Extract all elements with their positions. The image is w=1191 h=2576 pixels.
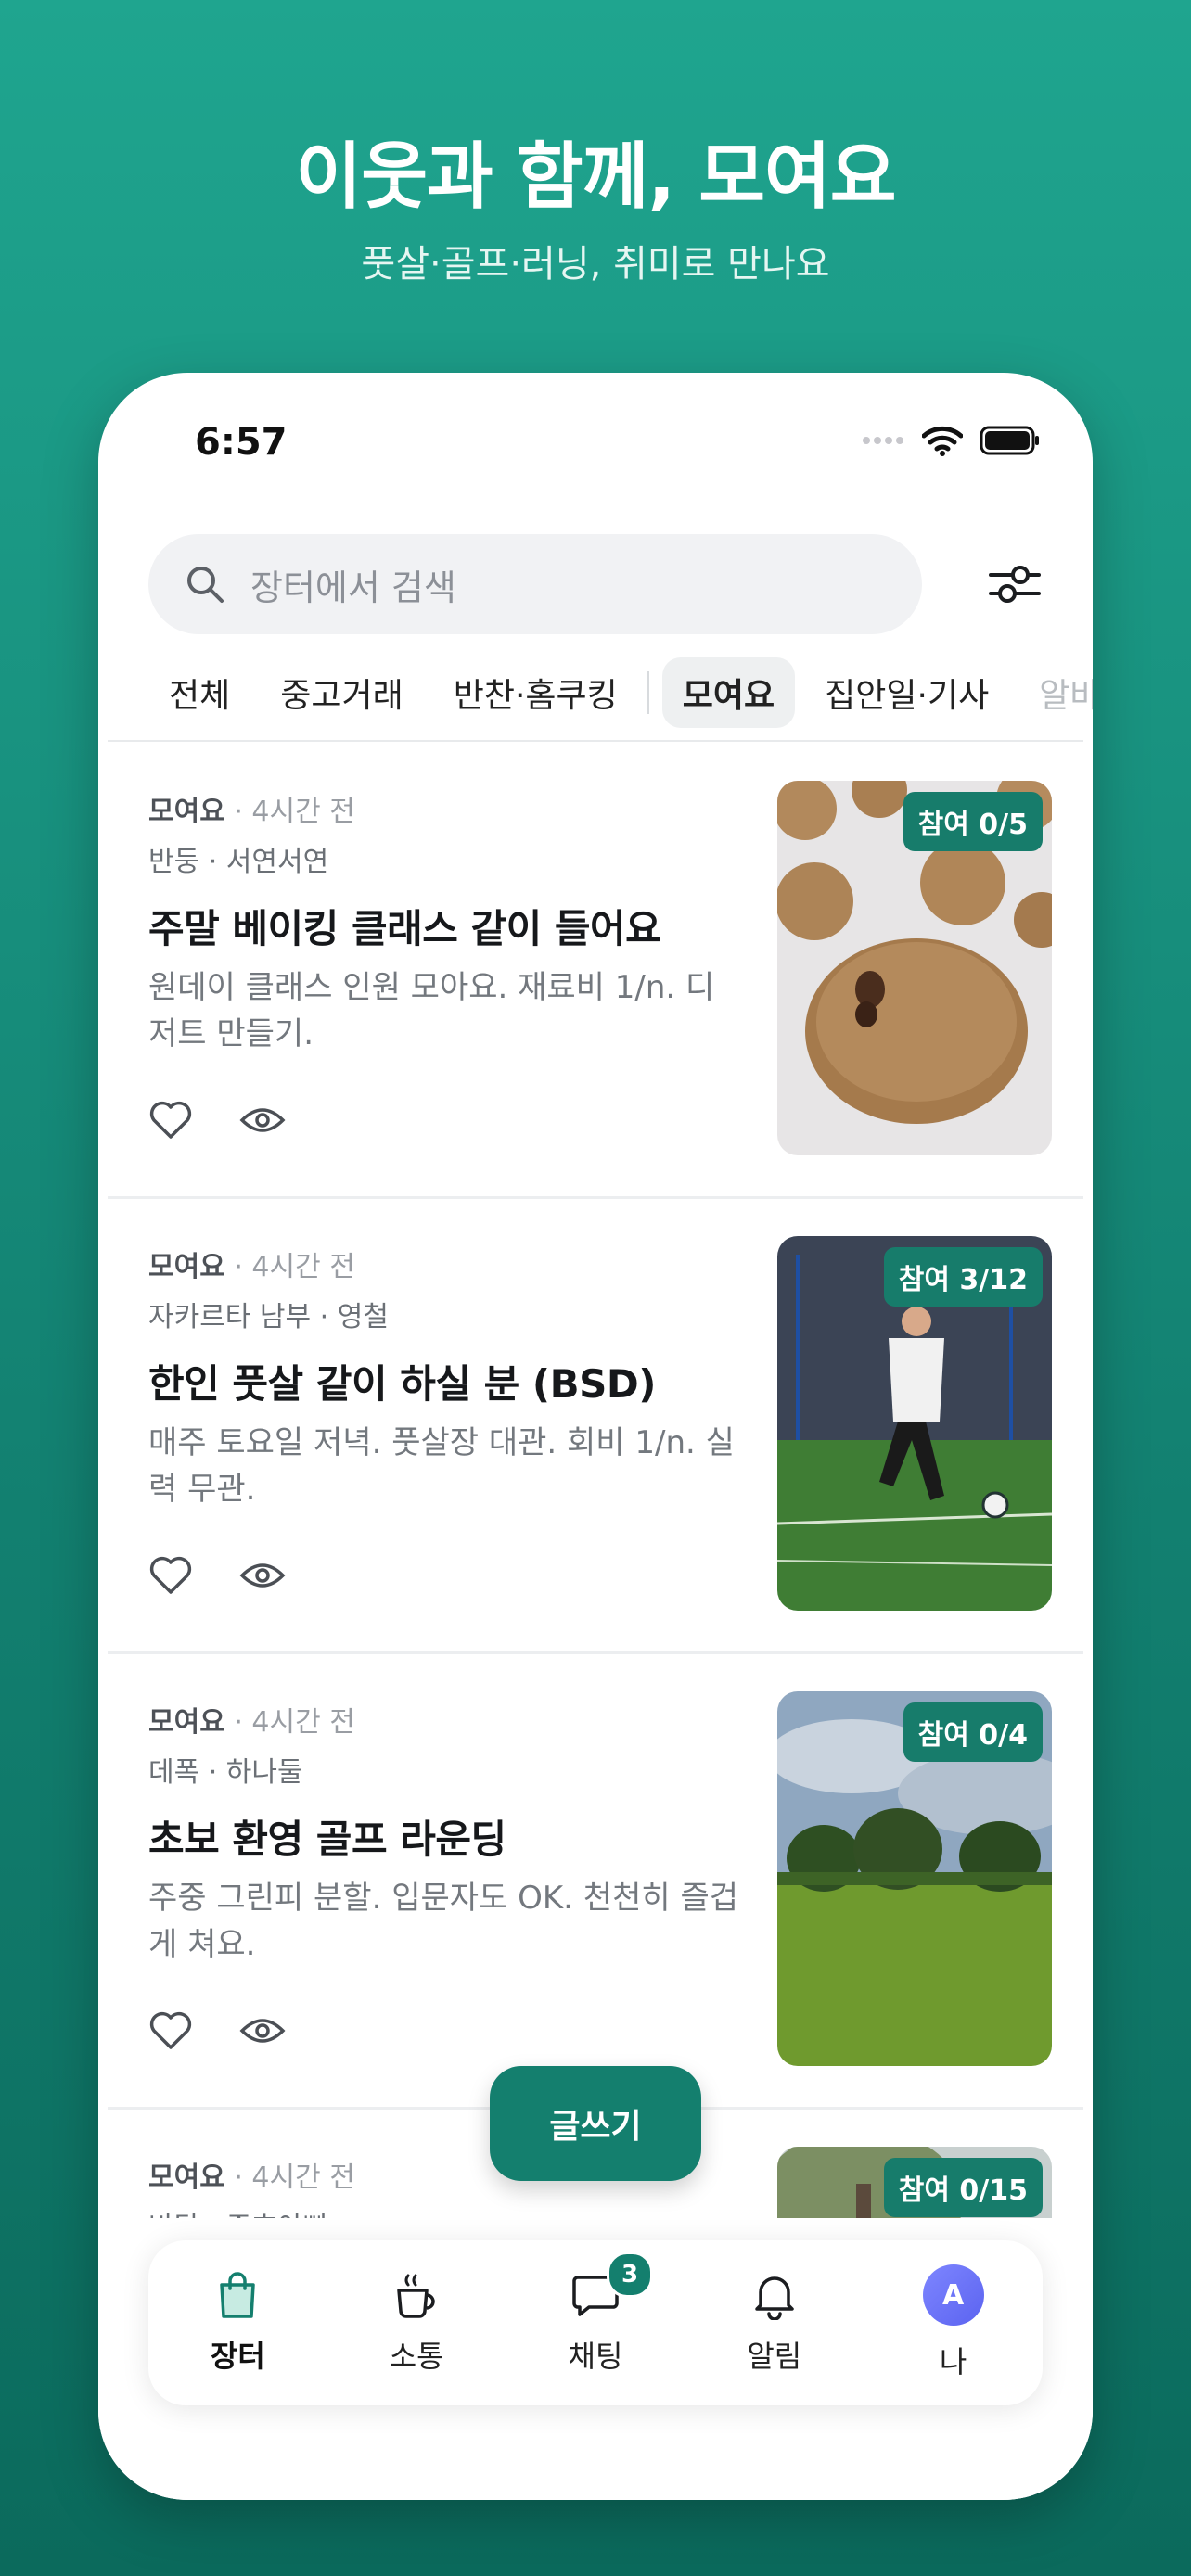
promo-subtitle: 풋살·골프·러닝, 취미로 만나요 <box>361 243 830 286</box>
chat-unread-badge: 3 <box>606 2251 653 2298</box>
heart-icon[interactable] <box>148 2010 193 2051</box>
search-input[interactable]: 장터에서 검색 <box>148 534 922 634</box>
tab-label: 장터 <box>210 2339 265 2374</box>
avatar: A <box>922 2264 984 2326</box>
list-item[interactable]: 모여요 · 4시간 전 데폭 · 하나둘 초보 환영 골프 라운딩 주중 그린피… <box>108 1652 1083 2110</box>
post-meta: 모여요 · 4시간 전 <box>148 788 355 829</box>
post-actions <box>148 2010 286 2051</box>
coffee-cup-icon <box>397 2274 435 2318</box>
post-meta: 모여요 · 4시간 전 <box>148 1243 355 1284</box>
category-tab-homecooking[interactable]: 반찬·홈쿠킹 <box>433 657 638 728</box>
heart-icon[interactable] <box>148 1100 193 1141</box>
tab-label: 알림 <box>747 2339 802 2374</box>
bell-icon <box>755 2276 794 2320</box>
post-actions <box>148 1100 286 1141</box>
tab-label: 채팅 <box>568 2339 623 2374</box>
post-category: 모여요 <box>148 2162 225 2194</box>
promo-title: 이웃과 함께, 모여요 <box>295 135 896 219</box>
phone-screen: 6:57 장터에서 검색 전체 중고거래 반찬·홈쿠킹 모여요 집안일·기사 알… <box>98 373 1093 2500</box>
eye-icon <box>239 1108 286 1132</box>
status-time: 6:57 <box>195 421 288 464</box>
post-category: 모여요 <box>148 796 225 828</box>
category-tab-meetups[interactable]: 모여요 <box>661 657 796 728</box>
category-tabs: 전체 중고거래 반찬·홈쿠킹 모여요 집안일·기사 알바 <box>148 651 1093 734</box>
cookies-photo: 참여 0/5 <box>777 781 1052 1155</box>
post-title: 주말 베이킹 클래스 같이 들어요 <box>148 906 661 951</box>
heart-icon[interactable] <box>148 1555 193 1596</box>
post-location: 반둥 · 서연서연 <box>148 846 329 878</box>
eye-icon <box>239 2019 286 2043</box>
futsal-photo: 참여 3/12 <box>777 1236 1052 1611</box>
participants-badge: 참여 0/15 <box>883 2158 1043 2217</box>
wifi-icon <box>922 426 963 456</box>
list-item[interactable]: 모여요 · 4시간 전 자카르타 남부 · 영철 한인 풋살 같이 하실 분 (… <box>108 1197 1083 1654</box>
tab-label: 나 <box>939 2344 967 2379</box>
post-category: 모여요 <box>148 1251 225 1283</box>
tab-community[interactable]: 소통 <box>342 2270 491 2376</box>
post-time: · 4시간 전 <box>224 1706 355 1739</box>
tab-label: 소통 <box>389 2339 444 2374</box>
post-category: 모여요 <box>148 1706 225 1739</box>
post-meta: 모여요 · 4시간 전 <box>148 2154 355 2195</box>
status-icons <box>861 425 1041 456</box>
post-actions <box>148 1555 286 1596</box>
tab-market[interactable]: 장터 <box>163 2270 312 2376</box>
post-location: 자카르타 남부 · 영철 <box>148 1301 389 1333</box>
post-meta: 모여요 · 4시간 전 <box>148 1699 355 1740</box>
list-item[interactable]: 모여요 · 4시간 전 반둥 · 서연서연 주말 베이킹 클래스 같이 들어요 … <box>108 742 1083 1199</box>
participants-badge: 참여 0/5 <box>903 792 1043 851</box>
participants-badge: 참여 0/4 <box>903 1702 1043 1762</box>
category-tab-housework[interactable]: 집안일·기사 <box>804 657 1009 728</box>
write-post-button[interactable]: 글쓰기 <box>490 2066 701 2181</box>
tab-chat[interactable]: 3 채팅 <box>521 2251 670 2376</box>
post-time: · 4시간 전 <box>224 796 355 828</box>
category-tab-all[interactable]: 전체 <box>148 657 250 728</box>
search-icon <box>187 567 224 603</box>
post-time: · 4시간 전 <box>224 1251 355 1283</box>
filter-sliders-icon[interactable] <box>985 555 1044 614</box>
participants-badge: 참여 3/12 <box>883 1247 1043 1307</box>
tab-me[interactable]: A 나 <box>879 2264 1028 2381</box>
post-location: 데폭 · 하나둘 <box>148 1756 303 1789</box>
shopping-bag-icon <box>220 2272 256 2318</box>
search-placeholder: 장터에서 검색 <box>250 567 456 608</box>
battery-icon <box>980 426 1039 455</box>
category-divider <box>647 671 649 714</box>
eye-icon <box>239 1563 286 1588</box>
post-description: 매주 토요일 저녁. 풋살장 대관. 회비 1/n. 실력 무관. <box>148 1424 735 1508</box>
post-time: · 4시간 전 <box>224 2162 355 2194</box>
golf-course-photo: 참여 0/4 <box>777 1691 1052 2066</box>
tab-notifications[interactable]: 알림 <box>700 2270 849 2376</box>
post-description: 주중 그린피 분할. 입문자도 OK. 천천히 즐겁게 쳐요. <box>148 1880 738 1963</box>
post-title: 초보 환영 골프 라운딩 <box>148 1817 506 1862</box>
category-tab-parttime[interactable]: 알바 <box>1018 657 1093 728</box>
post-title: 한인 풋살 같이 하실 분 (BSD) <box>148 1361 656 1407</box>
signal-icon <box>863 437 903 444</box>
category-tab-used[interactable]: 중고거래 <box>260 657 423 728</box>
bottom-tab-bar: 장터 소통 3 채팅 알림 A 나 <box>148 2240 1043 2405</box>
post-description: 원데이 클래스 인원 모아요. 재료비 1/n. 디저트 만들기. <box>148 969 715 1052</box>
